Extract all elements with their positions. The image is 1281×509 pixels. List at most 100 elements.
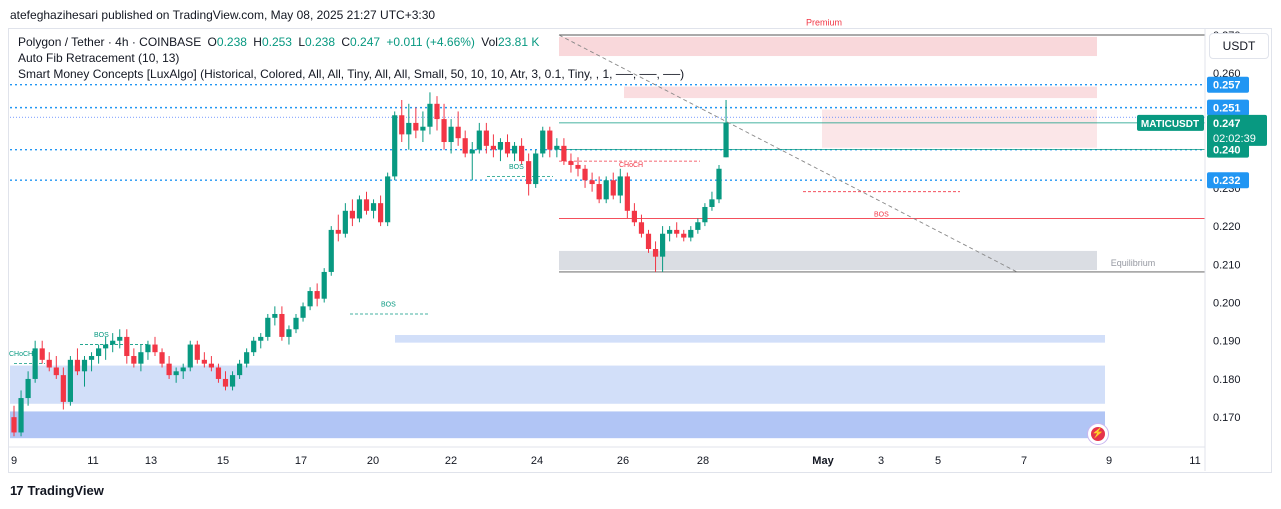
candle-body xyxy=(638,222,645,234)
candle xyxy=(631,203,637,227)
last-price-value: 0.247 xyxy=(1213,118,1241,130)
candle xyxy=(674,222,680,238)
candle xyxy=(251,336,257,357)
candle xyxy=(568,153,574,173)
candle xyxy=(349,199,355,227)
candle-body xyxy=(32,348,38,379)
x-tick-label: 17 xyxy=(295,455,307,467)
candle-body xyxy=(617,176,623,196)
lightning-icon[interactable]: ⚡ xyxy=(1087,423,1109,445)
x-tick-label: 7 xyxy=(1021,455,1027,467)
candle-body xyxy=(321,271,327,299)
candle-body xyxy=(46,359,52,368)
candle xyxy=(385,172,391,227)
currency-button[interactable]: USDT xyxy=(1209,33,1269,59)
candle xyxy=(314,283,320,307)
candle-body xyxy=(110,340,116,345)
y-tick-label: 0.210 xyxy=(1213,259,1241,271)
candle xyxy=(131,348,137,368)
candle-body xyxy=(582,168,588,181)
candle-body xyxy=(723,122,729,158)
candle-body xyxy=(180,367,186,372)
choch-label-1: CHoCH xyxy=(9,351,33,358)
indicator-smc[interactable]: Smart Money Concepts [LuxAlgo] (Historic… xyxy=(18,66,684,82)
candle-body xyxy=(138,352,144,364)
candle xyxy=(561,138,567,165)
candle-body xyxy=(652,249,659,257)
candle-body xyxy=(53,367,59,376)
candle-body xyxy=(610,180,616,196)
candle xyxy=(533,149,539,188)
close-value: 0.247 xyxy=(350,35,381,49)
candle-body xyxy=(363,199,370,211)
candle xyxy=(11,405,17,437)
candle xyxy=(406,103,412,150)
candle-body xyxy=(222,378,229,387)
candle xyxy=(540,126,546,158)
candle-body xyxy=(462,138,468,154)
x-tick-label: 9 xyxy=(11,455,17,467)
candle xyxy=(335,214,341,242)
demand-zone-3 xyxy=(10,411,1105,439)
candle xyxy=(300,302,306,322)
y-tick-label: 0.190 xyxy=(1213,336,1241,348)
x-tick-label: 3 xyxy=(878,455,884,467)
symbol-title[interactable]: Polygon / Tether · 4h · COINBASE xyxy=(18,35,201,49)
price-tag-label: 0.257 xyxy=(1213,80,1241,92)
candle-body xyxy=(504,142,511,154)
brand-name: TradingView xyxy=(27,483,104,498)
countdown-value: 02:02:39 xyxy=(1213,133,1256,145)
candle-body xyxy=(60,375,66,402)
candle-body xyxy=(490,145,496,150)
indicator-fib[interactable]: Auto Fib Retracement (10, 13) xyxy=(18,50,684,66)
price-tag: 0.257 xyxy=(1207,76,1249,93)
candle xyxy=(526,153,532,196)
candle xyxy=(356,195,363,223)
candle-body xyxy=(448,126,454,143)
candle-body xyxy=(526,161,532,185)
candle-body xyxy=(131,356,137,364)
candle-body xyxy=(497,142,504,150)
candle-body xyxy=(124,336,130,357)
candle xyxy=(476,122,482,154)
candle xyxy=(265,313,271,341)
candle xyxy=(610,172,616,200)
candle-body xyxy=(237,363,243,376)
candle-body xyxy=(392,115,398,177)
candle xyxy=(455,111,461,146)
candle xyxy=(67,356,73,406)
x-tick-label: 24 xyxy=(531,455,543,467)
candle xyxy=(441,103,447,150)
candle xyxy=(490,134,496,158)
bos-label-3: BOS xyxy=(94,332,109,339)
candle xyxy=(187,340,193,372)
candle xyxy=(519,138,525,165)
candle xyxy=(32,340,38,383)
tradingview-brand[interactable]: 17 TradingView xyxy=(10,483,104,498)
candle-body xyxy=(575,164,581,169)
candle-body xyxy=(229,375,236,387)
candle xyxy=(293,313,299,334)
candle-body xyxy=(483,130,489,146)
candle xyxy=(434,96,440,131)
candle-body xyxy=(166,363,172,376)
x-tick-label: 22 xyxy=(445,455,457,467)
supply-zone xyxy=(822,109,1097,148)
candle xyxy=(645,229,652,253)
candle-body xyxy=(117,336,123,341)
candle-body xyxy=(201,359,207,364)
tradingview-logo-icon: 17 xyxy=(10,483,24,498)
candle xyxy=(716,164,722,204)
candle xyxy=(159,348,165,368)
candle xyxy=(307,287,313,311)
candle xyxy=(709,191,715,211)
candle xyxy=(688,226,694,242)
legend-symbol-row: Polygon / Tether · 4h · COINBASE O0.238 … xyxy=(18,34,684,50)
x-tick-label: 11 xyxy=(87,455,98,467)
candle xyxy=(378,195,384,227)
open-label: O xyxy=(207,35,217,49)
candle-body xyxy=(187,344,193,368)
candle-body xyxy=(370,203,377,211)
candle-body xyxy=(279,313,285,337)
candle-body xyxy=(103,344,109,349)
